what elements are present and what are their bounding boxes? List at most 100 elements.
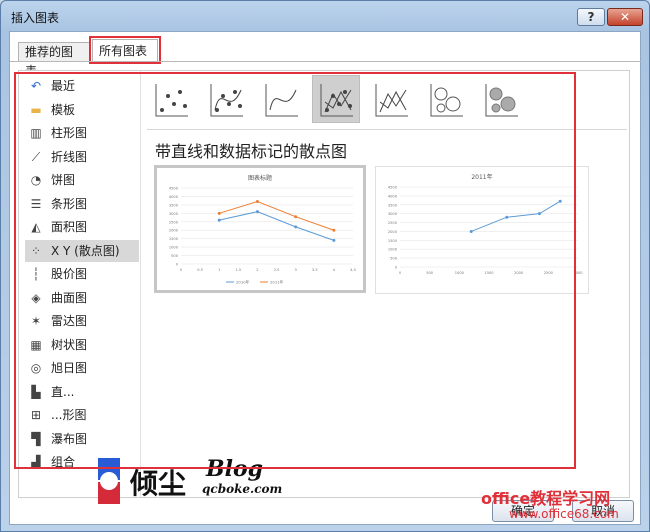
sidebar-item-label: 条形图 — [51, 196, 88, 211]
sidebar-item-histogram-chart[interactable]: ▙ 直... — [25, 381, 139, 403]
tab-all-charts[interactable]: 所有图表 — [92, 39, 158, 63]
x-tick-label: 2.5 — [274, 268, 280, 272]
bubble-3d-subtype-icon — [485, 84, 518, 117]
x-tick-label: 2500 — [544, 271, 554, 275]
y-tick-label: 500 — [390, 257, 398, 261]
x-tick-label: 3.5 — [312, 268, 318, 272]
x-tick-label: 1500 — [484, 271, 494, 275]
sidebar-item-label: 折线图 — [51, 149, 88, 164]
subtype-scatter-smooth-lines-subtype[interactable] — [257, 75, 305, 123]
subtype-scatter-straight-lines-subtype[interactable] — [367, 75, 415, 123]
subtype-bubble-3d-subtype[interactable] — [477, 75, 525, 123]
x-tick-label: 3 — [295, 268, 297, 272]
sidebar-item-surface-chart[interactable]: ◈ 曲面图 — [25, 287, 139, 309]
preview-chart-2: 2011年 0 500 1000 1500 2000 2500 3000 3500 4000 450… — [388, 173, 583, 275]
recent-icon: ↶ — [30, 79, 42, 93]
histogram-chart-icon: ▙ — [31, 384, 41, 399]
sidebar-item-label: 旭日图 — [51, 361, 88, 375]
stock-chart-icon: ┆ — [32, 267, 40, 281]
chart-subtype-gallery — [147, 75, 567, 123]
data-point — [332, 238, 336, 242]
y-tick-label: 500 — [171, 254, 179, 258]
sidebar-item-recent[interactable]: ↶ 最近 — [25, 75, 139, 97]
help-button[interactable]: ? — [577, 8, 605, 26]
x-tick-label: 0.5 — [197, 268, 203, 272]
x-tick-label: 4.5 — [350, 268, 356, 272]
chart-title: 2011年 — [471, 173, 492, 181]
sidebar-item-box-whisker-chart[interactable]: ⊞ ...形图 — [25, 404, 139, 426]
sidebar-item-label: 柱形图 — [51, 126, 88, 140]
data-point — [537, 212, 541, 216]
sidebar-item-label: 最近 — [51, 79, 76, 93]
blog-url: qcboke.com — [202, 482, 283, 496]
data-point — [255, 200, 259, 204]
sidebar-item-column-chart[interactable]: ▥ 柱形图 — [25, 122, 139, 144]
surface-chart-icon: ◈ — [31, 290, 41, 305]
sidebar-item-sunburst-chart[interactable]: ◎ 旭日图 — [25, 357, 139, 379]
y-tick-label: 4500 — [169, 187, 179, 191]
blog-name: 倾尘 — [130, 467, 187, 500]
y-tick-label: 2000 — [388, 230, 398, 234]
y-tick-label: 1000 — [169, 246, 179, 250]
data-point — [469, 229, 473, 233]
x-tick-label: 1.5 — [235, 268, 241, 272]
sidebar-item-stock-chart[interactable]: ┆ 股价图 — [25, 263, 139, 285]
subtype-bubble-subtype[interactable] — [422, 75, 470, 123]
sidebar-item-label: 曲面图 — [51, 290, 88, 305]
sidebar-item-label: 面积图 — [51, 220, 88, 234]
scatter-straight-markers-subtype-icon — [320, 84, 353, 117]
box-whisker-chart-icon: ⊞ — [30, 408, 42, 422]
chart-preview-2[interactable]: 2011年 0 500 1000 1500 2000 2500 3000 3500 4000 450… — [375, 166, 589, 294]
y-tick-label: 2500 — [169, 220, 179, 224]
y-tick-label: 0 — [176, 263, 179, 267]
legend-label: 2011年 — [270, 280, 284, 285]
sidebar-item-treemap-chart[interactable]: ▦ 树状图 — [25, 334, 139, 356]
sidebar-item-scatter-chart[interactable]: ⁘ X Y (散点图) — [25, 239, 139, 262]
subtype-scatter-straight-markers-subtype[interactable] — [312, 75, 360, 123]
scatter-smooth-lines-subtype-icon — [265, 84, 298, 117]
data-point — [294, 225, 298, 229]
tab-strip: 推荐的图表 所有图表 — [14, 36, 634, 78]
sidebar-item-label: X Y (散点图) — [51, 243, 120, 258]
data-point — [217, 211, 221, 215]
dialog-client: 推荐的图表 所有图表 ↶ 最近 ▬ 模板 ▥ 柱形图 ⟋ 折线图 ◔ 饼图 ☰ 条形图 ◭ 面积图 ⁘ X Y… — [9, 31, 642, 525]
sidebar-item-label: 模板 — [51, 102, 76, 117]
sunburst-chart-icon: ◎ — [30, 361, 42, 375]
scatter-subtype-icon — [155, 84, 188, 117]
subtype-scatter-subtype[interactable] — [147, 75, 195, 123]
tab-recommended-charts[interactable]: 推荐的图表 — [18, 42, 90, 78]
data-point — [505, 215, 509, 219]
x-tick-label: 0 — [399, 271, 402, 275]
area-chart-icon: ◭ — [31, 220, 41, 234]
bubble-subtype-icon — [430, 84, 463, 117]
blog-logo-icon — [98, 458, 120, 504]
legend-label: 2010年 — [236, 280, 250, 285]
sidebar-item-area-chart[interactable]: ◭ 面积图 — [25, 216, 139, 238]
y-tick-label: 3500 — [388, 203, 398, 207]
line-chart-icon: ⟋ — [31, 149, 41, 164]
all-charts-panel: ↶ 最近 ▬ 模板 ▥ 柱形图 ⟋ 折线图 ◔ 饼图 ☰ 条形图 ◭ 面积图 ⁘ X Y (散点图) ┆ 股价图 ◈… — [18, 70, 630, 504]
blog-watermark: 倾尘 Blog qcboke.com — [96, 456, 286, 516]
folder-icon: ▬ — [30, 102, 42, 117]
treemap-chart-icon: ▦ — [30, 337, 42, 352]
y-tick-label: 4000 — [388, 194, 398, 198]
sidebar-item-line-chart[interactable]: ⟋ 折线图 — [25, 146, 139, 168]
sidebar-item-label: 股价图 — [51, 267, 88, 281]
sidebar-item-waterfall-chart[interactable]: ▜ 瀑布图 — [25, 428, 139, 450]
subtype-scatter-smooth-markers-subtype[interactable] — [202, 75, 250, 123]
gallery-divider — [147, 129, 627, 130]
y-tick-label: 4500 — [388, 186, 398, 190]
close-button[interactable]: ✕ — [607, 8, 643, 26]
series-line — [471, 200, 561, 232]
sidebar-item-folder[interactable]: ▬ 模板 — [25, 99, 139, 121]
sidebar-item-bar-chart[interactable]: ☰ 条形图 — [25, 193, 139, 215]
sidebar-item-radar-chart[interactable]: ✶ 雷达图 — [25, 310, 139, 332]
radar-chart-icon: ✶ — [30, 314, 42, 328]
sidebar-item-pie-chart[interactable]: ◔ 饼图 — [25, 169, 139, 191]
subtype-title: 带直线和数据标记的散点图 — [155, 142, 348, 161]
y-tick-label: 3500 — [169, 203, 179, 207]
chart-preview-1[interactable]: 图表标题 0 500 1000 1500 2000 2500 3000 3500 4000 4500… — [154, 165, 366, 293]
sidebar-item-label: ...形图 — [51, 408, 87, 422]
scatter-smooth-markers-subtype-icon — [210, 84, 243, 117]
x-tick-label: 3000 — [573, 271, 583, 275]
